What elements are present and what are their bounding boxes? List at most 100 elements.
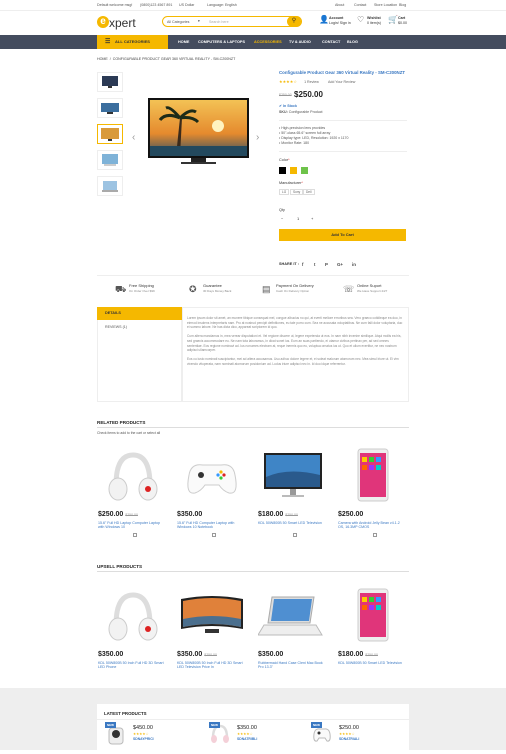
feature-sub: We Have Support 24/7 — [357, 289, 388, 293]
upsell-product-3[interactable]: $350.00 Rubbermaid Hand Case Cleni Mac B… — [258, 585, 328, 695]
manufacturer-lg[interactable]: LG — [279, 189, 290, 195]
latest-name[interactable]: SDNATRIALI — [339, 737, 359, 741]
cart-link[interactable]: 🛒 Cart $0.00 — [388, 16, 407, 26]
price-value: $350.00 — [98, 651, 124, 658]
tablet-image — [357, 588, 389, 642]
thumbnail-5[interactable] — [97, 176, 123, 196]
pinterest-icon[interactable]: P — [325, 262, 328, 267]
site-logo[interactable]: e xpert — [97, 16, 136, 30]
tablet-image — [357, 448, 389, 502]
search-input[interactable]: Search here — [209, 20, 229, 24]
nav-blog[interactable]: BLOG — [347, 40, 358, 44]
store-location-link[interactable]: Store Location — [374, 3, 397, 7]
related-product-4[interactable]: $250.00 Camera with Android Jelly Bean v… — [338, 445, 408, 555]
upsell-product-2[interactable]: $350.00 $250.00 KDL 50W800B 50 Inch Full… — [177, 585, 247, 695]
product-name[interactable]: Camera with Android Jelly Bean v4.1.2 OS… — [338, 521, 404, 529]
nav-accessories[interactable]: ACCESSORIES — [254, 40, 282, 44]
contact-link[interactable]: Contact — [354, 3, 366, 7]
feature-sub: Cash On Delivery Option — [276, 289, 310, 293]
currency-select[interactable]: US Dollar — [179, 3, 194, 7]
twitter-icon[interactable]: t — [314, 262, 315, 267]
qty-input[interactable]: 1 — [297, 216, 299, 223]
reviews-link[interactable]: 1 Review — [304, 80, 319, 84]
related-product-1[interactable]: $250.00 $250.00 15.6" Full HD Laptop Com… — [98, 445, 168, 555]
select-checkbox[interactable] — [133, 533, 137, 537]
thumbnail-3[interactable] — [97, 124, 123, 144]
bullet-text: Display type: LED, Resolution: 1920 x 11… — [281, 136, 349, 140]
qty-increase-button[interactable]: + — [311, 216, 313, 223]
product-name[interactable]: KDL 50W800B 50 Inch Full HD 3D Smart LED… — [98, 661, 164, 669]
breadcrumb: HOME / CONFIGURABLE PRODUCT GEAR 360 VIR… — [97, 57, 236, 61]
latest-price: $250.00 — [339, 725, 359, 731]
thumbnail-4[interactable] — [97, 150, 123, 170]
thumbnail-2[interactable] — [97, 98, 123, 118]
swatch-black[interactable] — [279, 167, 286, 174]
user-icon: 👤 — [319, 15, 329, 24]
nav-computers-laptops[interactable]: COMPUTERS & LAPTOPS — [198, 40, 245, 44]
wishlist-link[interactable]: ♡ Wishlist 0 item(s) — [357, 16, 381, 26]
qty-decrease-button[interactable]: − — [281, 216, 283, 223]
product-name[interactable]: 15.6" Full HD Computer Laptop with Windo… — [177, 521, 243, 529]
nav-tv-audio[interactable]: TV & AUDIO — [289, 40, 311, 44]
feature-support: ☏ Online Suport We Have Support 24/7 — [343, 283, 388, 294]
product-name[interactable]: KDL 50W800B 50 Smart LED Television — [258, 521, 324, 525]
search-bar: All Categories ▾ Search here ⚲ — [162, 16, 302, 27]
select-checkbox[interactable] — [293, 533, 297, 537]
tab-reviews[interactable]: REVIEWS (1) — [105, 325, 127, 329]
tab-details[interactable]: DETAILS — [97, 307, 182, 320]
search-category-select[interactable]: All Categories — [167, 20, 189, 24]
product-price: $350.00 $250.00 — [177, 651, 217, 658]
account-sub: Login/ Sign in — [329, 21, 351, 25]
upsell-product-4[interactable]: $180.00 $250.00 KDL 50W800B 50 Smart LED… — [338, 585, 408, 695]
swatch-green[interactable] — [301, 167, 308, 174]
facebook-icon[interactable]: f — [302, 262, 303, 267]
latest-product-1[interactable]: NEW $450.00 ★★★★☆ SDNAYPRICI — [105, 722, 203, 746]
all-categories-button[interactable]: ☰ ALL CATEGORIES — [97, 35, 168, 49]
manufacturer-dell[interactable]: Dell — [303, 189, 315, 195]
product-name[interactable]: 15.6" Full HD Laptop Computer Laptop wit… — [98, 521, 164, 529]
payment-icon: ▤ — [262, 284, 271, 294]
product-price: $180.00 $250.00 — [338, 651, 378, 658]
blog-link[interactable]: Blog — [399, 3, 406, 7]
related-product-2[interactable]: $350.00 15.6" Full HD Computer Laptop wi… — [177, 445, 247, 555]
search-button[interactable]: ⚲ — [287, 16, 301, 27]
product-name[interactable]: KDL 50W800B 50 Inch Full HD 3D Smart LED… — [177, 661, 243, 669]
about-link[interactable]: About — [335, 3, 344, 7]
chevron-down-icon: ▾ — [198, 19, 200, 23]
latest-name[interactable]: SDNATRIBLI — [237, 737, 257, 741]
latest-product-2[interactable]: NEW $350.00 ★★★★☆ SDNATRIBLI — [209, 722, 307, 746]
product-name[interactable]: KDL 50W800B 50 Smart LED Television — [338, 661, 404, 665]
language-select[interactable]: Language: English — [207, 3, 237, 7]
upsell-product-1[interactable]: $350.00 KDL 50W800B 50 Inch Full HD 3D S… — [98, 585, 168, 695]
add-to-cart-button[interactable]: Add To Cart — [279, 229, 406, 241]
account-title: Account — [329, 16, 344, 20]
product-name[interactable]: Rubbermaid Hand Case Cleni Mac Book Pro … — [258, 661, 324, 669]
select-checkbox[interactable] — [373, 533, 377, 537]
account-link[interactable]: 👤 Account Login/ Sign in — [319, 16, 351, 26]
thumbnail-1[interactable] — [97, 72, 123, 92]
divider — [279, 120, 407, 121]
gamepad-image — [187, 464, 237, 494]
latest-price: $450.00 — [133, 725, 153, 731]
nav-home[interactable]: HOME — [178, 40, 189, 44]
more-icon[interactable]: in — [352, 262, 356, 267]
select-checkbox[interactable] — [212, 533, 216, 537]
breadcrumb-home[interactable]: HOME — [97, 57, 108, 61]
feature-title: Free Shipping — [129, 283, 154, 288]
new-badge: NEW — [311, 722, 322, 728]
color-label: Color* — [279, 158, 290, 162]
related-product-3[interactable]: $180.00 $250.00 KDL 50W800B 50 Smart LED… — [258, 445, 328, 555]
truck-icon: ⛟ — [115, 284, 127, 294]
nav-contact[interactable]: CONTACT — [322, 40, 340, 44]
latest-name[interactable]: SDNAYPRICI — [133, 737, 154, 741]
prev-image-arrow[interactable]: ‹ — [132, 132, 135, 143]
add-review-link[interactable]: Add Your Review — [328, 80, 355, 84]
search-icon: ⚲ — [291, 18, 297, 24]
rating-stars: ★★★★☆ — [237, 732, 253, 736]
google-plus-icon[interactable]: G+ — [337, 262, 343, 267]
next-image-arrow[interactable]: › — [256, 132, 259, 143]
manufacturer-sony[interactable]: Sony — [290, 189, 304, 195]
swatch-yellow[interactable] — [290, 167, 297, 174]
latest-product-3[interactable]: NEW $250.00 ★★★★☆ SDNATRIALI — [311, 722, 409, 746]
divider — [279, 151, 407, 152]
